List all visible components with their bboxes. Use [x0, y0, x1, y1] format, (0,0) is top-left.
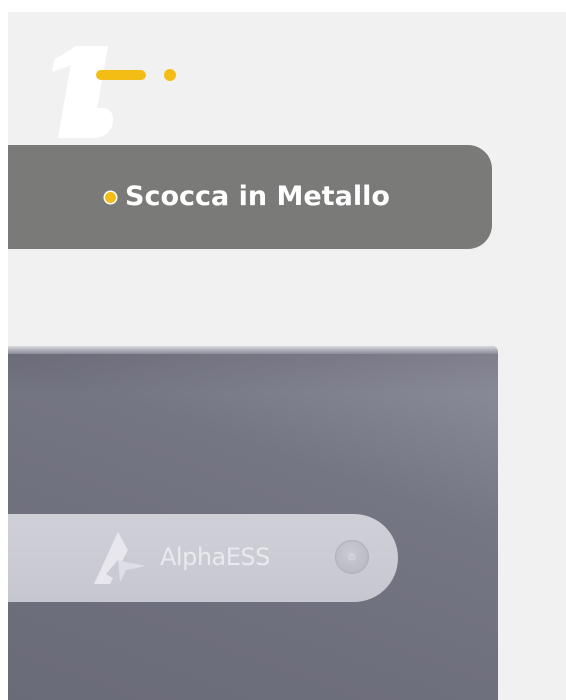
feature-label: Scocca in Metallo	[125, 181, 390, 212]
brand-name: AlphaESS	[160, 543, 270, 571]
power-button-icon[interactable]	[335, 540, 369, 574]
bullet-dot-icon	[105, 192, 116, 203]
brand-strip: AlphaESS	[8, 514, 398, 602]
feature-panel: Scocca in Metallo AlphaESS	[8, 12, 566, 700]
number-1-icon	[52, 46, 176, 138]
device-top-edge	[8, 346, 498, 354]
device-shade	[8, 354, 498, 394]
device-image: AlphaESS	[8, 346, 498, 700]
feature-label-pill: Scocca in Metallo	[8, 145, 492, 249]
led-indicator-icon	[348, 553, 356, 561]
alphaess-logo-icon	[94, 532, 146, 584]
